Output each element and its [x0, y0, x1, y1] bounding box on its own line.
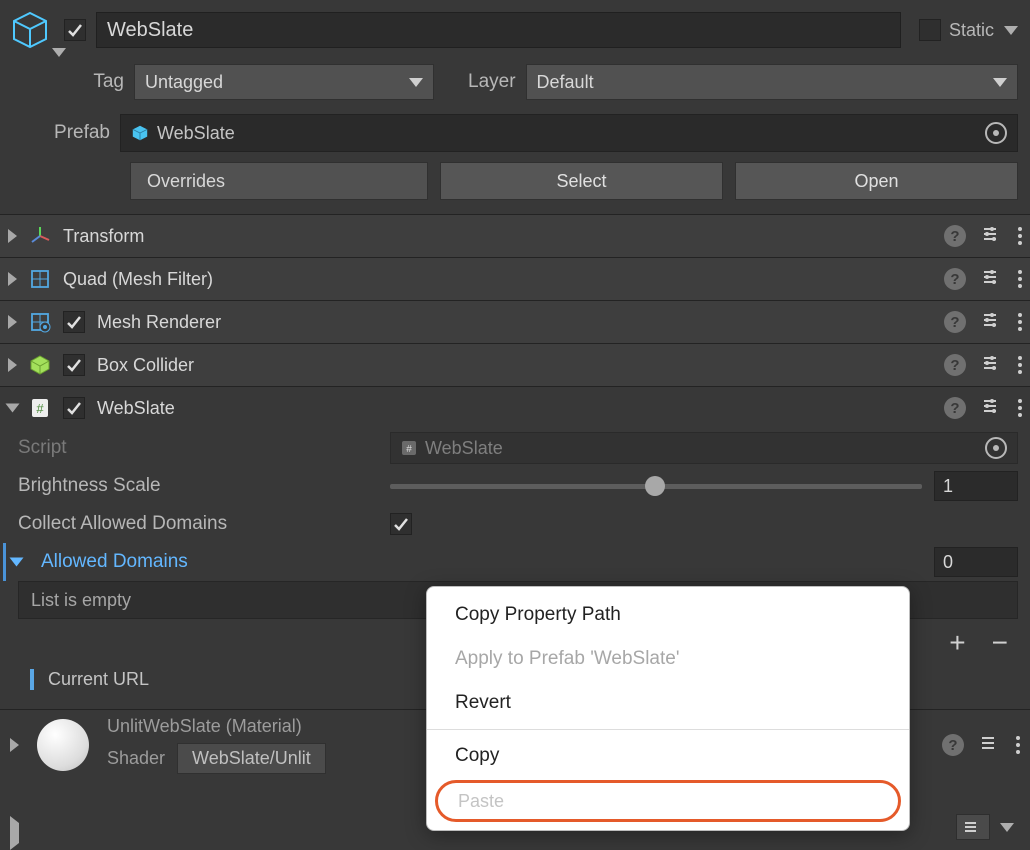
component-title: Quad (Mesh Filter) — [63, 269, 932, 290]
menu-paste[interactable]: Paste — [435, 780, 901, 822]
transform-component-header[interactable]: Transform ? — [0, 215, 1030, 257]
svg-text:#: # — [406, 444, 412, 455]
layer-label: Layer — [468, 71, 516, 93]
prefab-row: Prefab WebSlate — [0, 104, 1030, 158]
open-button[interactable]: Open — [735, 162, 1018, 200]
prefab-buttons-row: Overrides Select Open — [0, 158, 1030, 214]
presets-icon[interactable] — [982, 310, 1002, 335]
kebab-icon[interactable] — [1016, 736, 1020, 754]
tag-dropdown[interactable]: Untagged — [134, 64, 434, 100]
kebab-icon[interactable] — [1018, 313, 1022, 331]
script-value: WebSlate — [425, 438, 503, 459]
kebab-icon[interactable] — [1018, 399, 1022, 417]
foldout-icon[interactable] — [8, 272, 17, 286]
shader-dropdown[interactable]: WebSlate/Unlit — [177, 743, 326, 774]
foldout-icon[interactable] — [10, 816, 19, 850]
menu-separator — [427, 729, 909, 730]
static-dropdown-icon[interactable] — [1004, 26, 1018, 35]
tag-value: Untagged — [145, 72, 223, 93]
mesh-renderer-icon — [29, 311, 51, 333]
foldout-icon[interactable] — [6, 404, 20, 413]
webslate-component-header[interactable]: # WebSlate ? — [0, 387, 1030, 429]
static-label: Static — [949, 20, 994, 41]
gameobject-name-input[interactable] — [96, 12, 901, 48]
help-icon[interactable]: ? — [944, 354, 966, 376]
allowed-domains-count[interactable]: 0 — [934, 547, 1018, 577]
brightness-label: Brightness Scale — [12, 475, 382, 497]
chevron-down-icon — [993, 78, 1007, 87]
presets-icon[interactable] — [980, 733, 1000, 758]
layer-value: Default — [537, 72, 594, 93]
list-remove-button[interactable]: − — [992, 627, 1008, 659]
kebab-icon[interactable] — [1018, 270, 1022, 288]
foldout-icon[interactable] — [10, 558, 24, 567]
prefab-label: Prefab — [42, 122, 110, 144]
component-title: WebSlate — [97, 398, 932, 419]
prefab-name: WebSlate — [157, 123, 235, 144]
mesh-renderer-component-header[interactable]: Mesh Renderer ? — [0, 301, 1030, 343]
enable-checkbox[interactable] — [63, 397, 85, 419]
kebab-icon[interactable] — [1018, 356, 1022, 374]
chevron-down-icon[interactable] — [1000, 823, 1014, 832]
brightness-slider[interactable] — [390, 484, 922, 489]
menu-copy-property-path[interactable]: Copy Property Path — [427, 593, 909, 637]
help-icon[interactable]: ? — [944, 397, 966, 419]
presets-icon[interactable] — [982, 396, 1002, 421]
script-label: Script — [12, 437, 382, 459]
component-title: Mesh Renderer — [97, 312, 932, 333]
script-icon: # — [29, 397, 51, 419]
layout-dropdown[interactable] — [956, 814, 990, 840]
presets-icon[interactable] — [982, 267, 1002, 292]
slider-thumb[interactable] — [645, 476, 665, 496]
svg-text:#: # — [36, 401, 44, 416]
allowed-domains-label[interactable]: Allowed Domains — [35, 551, 926, 573]
mesh-filter-icon — [29, 268, 51, 290]
presets-icon[interactable] — [982, 224, 1002, 249]
gameobject-icon-dropdown[interactable] — [52, 48, 66, 57]
menu-copy[interactable]: Copy — [427, 734, 909, 778]
mesh-filter-component-header[interactable]: Quad (Mesh Filter) ? — [0, 258, 1030, 300]
component-title: Box Collider — [97, 355, 932, 376]
static-checkbox[interactable] — [919, 19, 941, 41]
transform-icon — [29, 225, 51, 247]
select-button[interactable]: Select — [440, 162, 723, 200]
prefab-asset-field[interactable]: WebSlate — [120, 114, 1018, 152]
current-url-label: Current URL — [30, 669, 149, 690]
kebab-icon[interactable] — [1018, 227, 1022, 245]
object-picker-icon[interactable] — [985, 437, 1007, 459]
brightness-value[interactable]: 1 — [934, 471, 1018, 501]
overrides-dropdown[interactable]: Overrides — [130, 162, 428, 200]
layer-dropdown[interactable]: Default — [526, 64, 1018, 100]
foldout-icon[interactable] — [8, 229, 17, 243]
shader-label: Shader — [107, 748, 165, 769]
list-add-button[interactable]: + — [949, 627, 965, 659]
foldout-icon[interactable] — [8, 315, 17, 329]
foldout-icon[interactable] — [10, 738, 19, 752]
enable-checkbox[interactable] — [63, 311, 85, 333]
foldout-icon[interactable] — [8, 358, 17, 372]
help-icon[interactable]: ? — [944, 311, 966, 333]
enable-checkbox[interactable] — [63, 354, 85, 376]
collect-domains-checkbox[interactable] — [390, 513, 412, 535]
component-title: Transform — [63, 226, 932, 247]
box-collider-component-header[interactable]: Box Collider ? — [0, 344, 1030, 386]
chevron-down-icon — [409, 78, 423, 87]
inspector-header: Static — [0, 0, 1030, 60]
tag-label: Tag — [84, 71, 124, 93]
menu-revert[interactable]: Revert — [427, 681, 909, 725]
collect-domains-label: Collect Allowed Domains — [12, 513, 382, 535]
gameobject-cube-icon — [6, 6, 54, 54]
script-field[interactable]: # WebSlate — [390, 432, 1018, 464]
material-preview-icon — [37, 719, 89, 771]
menu-apply-to-prefab: Apply to Prefab 'WebSlate' — [427, 637, 909, 681]
help-icon[interactable]: ? — [944, 268, 966, 290]
help-icon[interactable]: ? — [942, 734, 964, 756]
presets-icon[interactable] — [982, 353, 1002, 378]
tag-layer-row: Tag Untagged Layer Default — [0, 60, 1030, 104]
box-collider-icon — [29, 354, 51, 376]
help-icon[interactable]: ? — [944, 225, 966, 247]
active-checkbox[interactable] — [64, 19, 86, 41]
object-picker-icon[interactable] — [985, 122, 1007, 144]
context-menu: Copy Property Path Apply to Prefab 'WebS… — [426, 586, 910, 831]
